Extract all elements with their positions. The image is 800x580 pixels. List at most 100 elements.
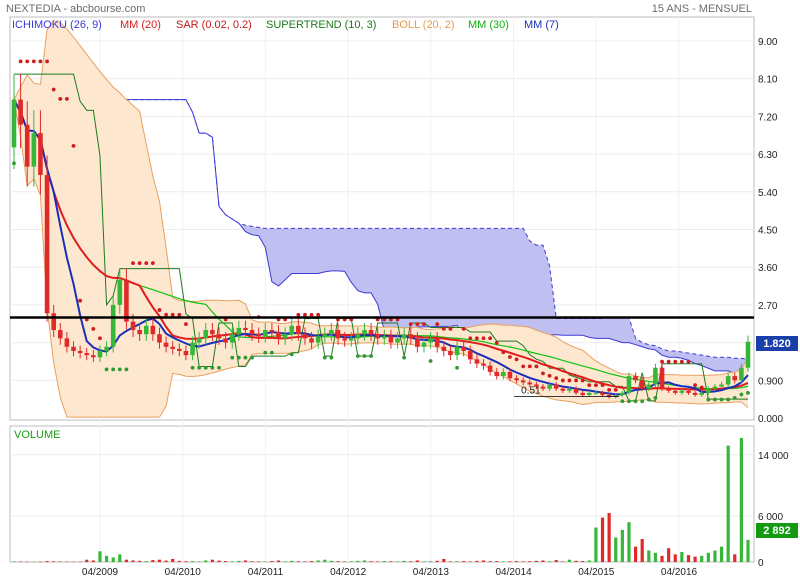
- candle-body: [190, 342, 195, 356]
- sar-dot: [574, 378, 578, 383]
- legend-boll: BOLL (20, 2): [392, 19, 455, 31]
- sar-dot: [501, 350, 506, 355]
- sar-dot: [18, 59, 23, 64]
- candle-body: [553, 384, 559, 389]
- candle-body: [243, 327, 248, 331]
- volume-bar: [343, 561, 347, 562]
- last-volume-value: 2 892: [763, 525, 791, 537]
- candle-body: [249, 330, 255, 335]
- candle-body: [421, 342, 427, 347]
- volume-bar: [309, 561, 314, 562]
- candle-body: [130, 321, 136, 331]
- volume-bar: [660, 555, 664, 562]
- candle-body: [309, 338, 314, 343]
- candle-body: [57, 330, 63, 339]
- sar-dot: [303, 312, 307, 317]
- volume-bar: [78, 561, 82, 563]
- date-tick-label: 04/2011: [248, 567, 284, 578]
- sar-dot: [111, 367, 116, 372]
- volume-bar: [171, 558, 175, 562]
- candle-body: [282, 334, 288, 339]
- candle-body: [732, 376, 738, 381]
- period-label: 15 ANS - MENSUEL: [652, 3, 752, 15]
- volume-bar: [25, 561, 29, 563]
- volume-bar: [627, 522, 631, 562]
- sar-dot: [250, 355, 254, 360]
- sar-dot: [190, 365, 195, 370]
- candle-body: [401, 334, 407, 339]
- volume-bar: [481, 560, 486, 562]
- volume-bar: [111, 557, 115, 562]
- volume-bar: [263, 561, 267, 563]
- sar-dot: [594, 383, 598, 388]
- candle-body: [348, 338, 354, 341]
- candle-body: [137, 330, 142, 335]
- sar-dot: [236, 355, 241, 360]
- candle-body: [322, 334, 328, 337]
- chart-title: NEXTEDIA - abcbourse.com: [6, 3, 145, 15]
- volume-tick-label: 0: [758, 558, 764, 569]
- sar-dot: [31, 59, 36, 64]
- sar-dot: [243, 355, 248, 360]
- candle-body: [163, 342, 169, 347]
- volume-bar: [65, 561, 69, 563]
- candle-body: [157, 334, 162, 343]
- sar-dot: [131, 261, 135, 266]
- sar-dot: [706, 397, 711, 402]
- volume-bar: [389, 561, 393, 562]
- candle-body: [110, 304, 116, 347]
- sar-dot: [666, 359, 671, 364]
- volume-bar: [45, 561, 49, 562]
- sar-dot: [51, 87, 56, 92]
- candle-body: [177, 348, 182, 351]
- candle-body: [679, 390, 685, 393]
- date-tick-label: 04/2016: [661, 567, 698, 578]
- legend-sar: SAR (0.02, 0.2): [176, 19, 252, 31]
- candle-body: [586, 392, 592, 395]
- volume-bar: [534, 560, 538, 562]
- candle-body: [666, 388, 671, 391]
- volume-bar: [58, 561, 62, 562]
- sar-dot: [329, 355, 334, 360]
- volume-bar: [296, 561, 300, 562]
- sar-dot: [494, 341, 499, 345]
- candle-body: [256, 334, 261, 337]
- volume-bar: [508, 561, 512, 562]
- candle-body: [494, 371, 500, 377]
- volume-bar: [667, 548, 671, 562]
- sar-dot: [144, 261, 149, 266]
- candle-body: [580, 392, 585, 395]
- candle-body: [745, 341, 751, 368]
- candle-body: [124, 279, 129, 322]
- sar-dot: [428, 359, 433, 363]
- candle-body: [269, 330, 275, 333]
- candle-body: [692, 392, 698, 395]
- volume-bar: [382, 561, 386, 562]
- sar-dot: [686, 359, 691, 364]
- candle-body: [719, 384, 724, 387]
- volume-bar: [204, 560, 208, 562]
- sar-dot: [269, 350, 274, 355]
- candle-body: [210, 330, 215, 335]
- sar-dot: [12, 161, 16, 166]
- low-marker-label: 0.51: [521, 386, 541, 397]
- candle-body: [229, 334, 235, 343]
- volume-bar: [561, 561, 565, 562]
- date-tick-label: 04/2014: [495, 567, 532, 578]
- sar-dot: [541, 371, 545, 376]
- candle-body: [725, 376, 731, 385]
- volume-bar: [633, 546, 638, 562]
- candle-body: [117, 279, 123, 305]
- candle-body: [104, 346, 109, 351]
- volume-bar: [138, 560, 142, 562]
- candle-body: [18, 99, 23, 125]
- candle-body: [196, 338, 202, 343]
- volume-bar: [257, 561, 261, 562]
- volume-tick-label: 14 000: [758, 451, 789, 462]
- candle-body: [150, 325, 156, 335]
- volume-bar: [217, 560, 221, 562]
- sar-dot: [673, 359, 678, 364]
- volume-bar: [124, 559, 129, 562]
- sar-dot: [164, 312, 168, 317]
- candle-body: [362, 330, 367, 335]
